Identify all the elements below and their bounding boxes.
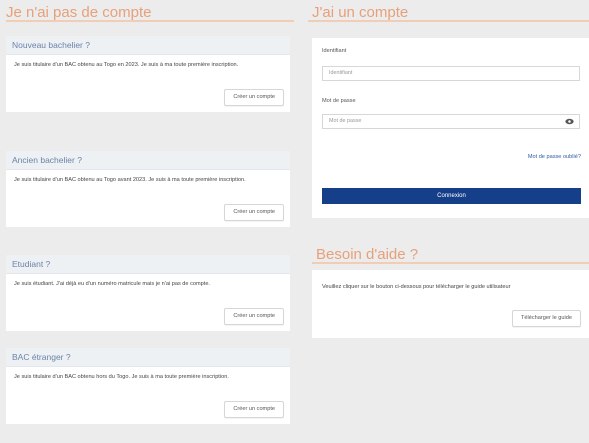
- password-label: Mot de passe: [322, 98, 356, 104]
- card-text: Je suis étudiant. J'ai déjà eu d'un numé…: [14, 281, 210, 287]
- help-card: Veuillez cliquer sur le bouton ci-dessou…: [312, 270, 589, 338]
- new-bachelor-card: Nouveau bachelier ? Je suis titulaire d'…: [6, 36, 290, 112]
- no-account-title: Je n'ai pas de compte: [6, 0, 294, 22]
- help-title: Besoin d'aide ?: [312, 242, 589, 264]
- student-card: Etudiant ? Je suis étudiant. J'ai déjà e…: [6, 255, 290, 331]
- create-account-button[interactable]: Créer un compte: [224, 308, 284, 325]
- card-text: Je suis titulaire d'un BAC obtenu hors d…: [14, 374, 229, 380]
- card-text: Je suis titulaire d'un BAC obtenu au Tog…: [14, 62, 239, 68]
- no-account-column: Je n'ai pas de compte: [6, 0, 294, 22]
- old-bachelor-card: Ancien bachelier ? Je suis titulaire d'u…: [6, 151, 290, 227]
- login-button[interactable]: Connexion: [322, 188, 581, 204]
- card-heading: BAC étranger ?: [6, 348, 290, 367]
- download-guide-button[interactable]: Télécharger le guide: [512, 310, 581, 327]
- card-text: Je suis titulaire d'un BAC obtenu au Tog…: [14, 177, 246, 183]
- forgot-password-link[interactable]: Mot de passe oublié?: [528, 154, 581, 160]
- foreign-bac-card: BAC étranger ? Je suis titulaire d'un BA…: [6, 348, 290, 424]
- card-heading: Etudiant ?: [6, 255, 290, 274]
- create-account-button[interactable]: Créer un compte: [224, 401, 284, 418]
- create-account-button[interactable]: Créer un compte: [224, 89, 284, 106]
- identifier-label: Identifiant: [322, 48, 347, 54]
- identifier-input[interactable]: Identifiant: [322, 66, 580, 81]
- password-placeholder: Mot de passe: [329, 118, 362, 124]
- card-heading: Nouveau bachelier ?: [6, 36, 290, 55]
- login-column: J'ai un compte: [308, 0, 589, 22]
- eye-icon[interactable]: [565, 118, 574, 125]
- create-account-button[interactable]: Créer un compte: [224, 204, 284, 221]
- card-heading: Ancien bachelier ?: [6, 151, 290, 170]
- help-text: Veuillez cliquer sur le bouton ci-dessou…: [322, 284, 511, 290]
- password-input[interactable]: Mot de passe: [322, 114, 580, 129]
- login-title: J'ai un compte: [308, 0, 589, 22]
- login-form: Identifiant Identifiant Mot de passe Mot…: [312, 38, 589, 218]
